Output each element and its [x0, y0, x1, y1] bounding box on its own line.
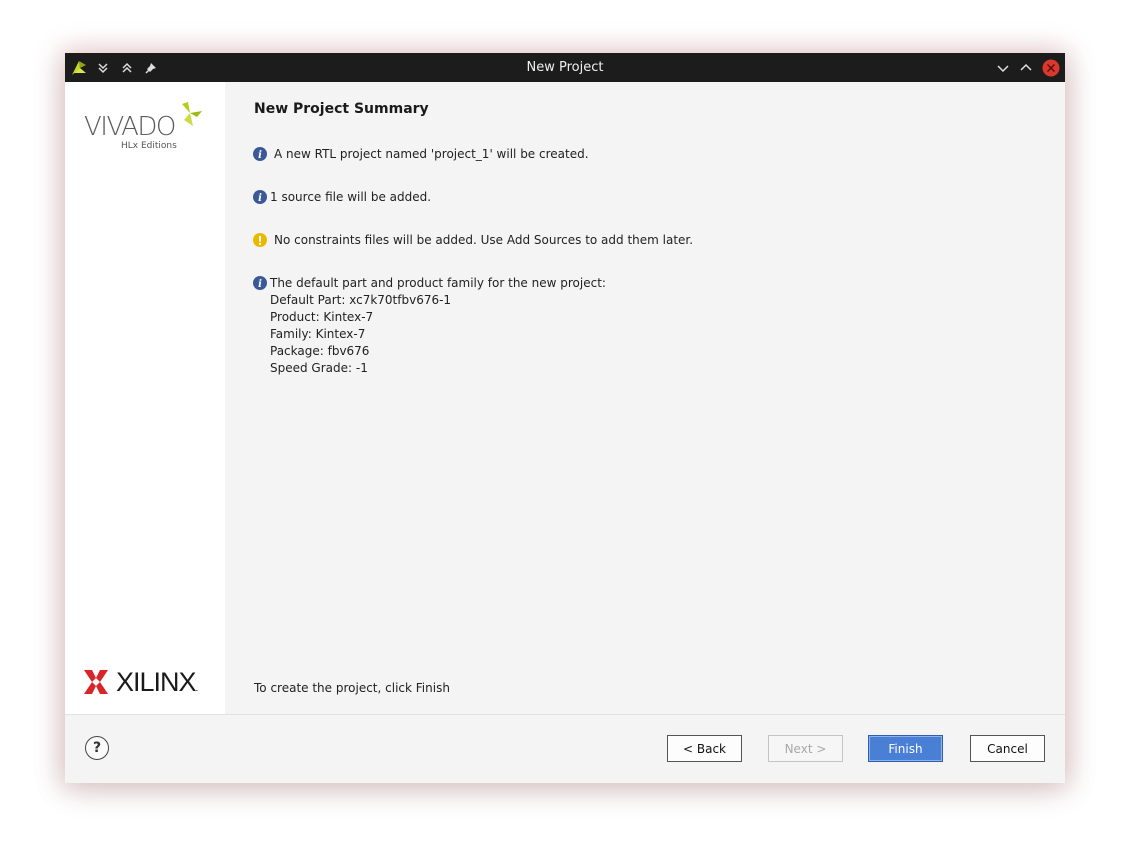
- xilinx-logo: XILINX.: [84, 667, 214, 699]
- title-bar: New Project: [65, 53, 1065, 82]
- message-text: A new RTL project named 'project_1' will…: [274, 147, 589, 161]
- sidebar: VIVADO HLx Editions XILINX.: [65, 82, 225, 714]
- minimize-chevron-icon[interactable]: [993, 53, 1013, 82]
- page-title: New Project Summary: [254, 101, 429, 117]
- part-detail-speed-grade: Speed Grade: -1: [270, 361, 368, 375]
- new-project-dialog: New Project VIVADO HLx Editions XILINX. …: [65, 53, 1065, 783]
- part-detail-family: Family: Kintex-7: [270, 327, 366, 341]
- xilinx-logo-suffix: .: [195, 683, 199, 694]
- cancel-button[interactable]: Cancel: [970, 735, 1045, 762]
- part-detail-product: Product: Kintex-7: [270, 310, 374, 324]
- xilinx-mark-icon: [84, 670, 108, 694]
- part-detail-package: Package: fbv676: [270, 344, 370, 358]
- button-bar: ? < Back Next > Finish Cancel: [65, 714, 1065, 783]
- vivado-logo-text: VIVADO: [84, 112, 176, 142]
- svg-text:i: i: [258, 193, 262, 204]
- xilinx-logo-text: XILINX: [116, 667, 197, 697]
- vivado-logo-subtext: HLx Editions: [121, 141, 177, 151]
- finish-button[interactable]: Finish: [868, 735, 943, 762]
- help-button[interactable]: ?: [85, 736, 109, 760]
- vivado-mark-icon: [182, 102, 202, 126]
- maximize-chevron-icon[interactable]: [1016, 53, 1036, 82]
- svg-text:i: i: [258, 279, 262, 290]
- message-text: No constraints files will be added. Use …: [274, 233, 694, 247]
- part-detail-default-part: Default Part: xc7k70tfbv676-1: [270, 293, 452, 307]
- back-button[interactable]: < Back: [667, 735, 742, 762]
- summary-panel: New Project Summary i A new RTL project …: [225, 82, 1065, 714]
- info-icon: i: [253, 276, 267, 290]
- message-text: The default part and product family for …: [270, 276, 606, 290]
- window-title: New Project: [526, 60, 604, 75]
- info-icon: i: [253, 147, 267, 161]
- info-icon: i: [253, 190, 267, 204]
- close-icon[interactable]: [1041, 53, 1061, 82]
- instruction-text: To create the project, click Finish: [254, 681, 450, 695]
- svg-text:i: i: [258, 150, 262, 161]
- warning-icon: [253, 233, 267, 247]
- vivado-logo: VIVADO HLx Editions: [84, 102, 209, 157]
- next-button[interactable]: Next >: [768, 735, 843, 762]
- message-text: 1 source file will be added.: [270, 190, 432, 204]
